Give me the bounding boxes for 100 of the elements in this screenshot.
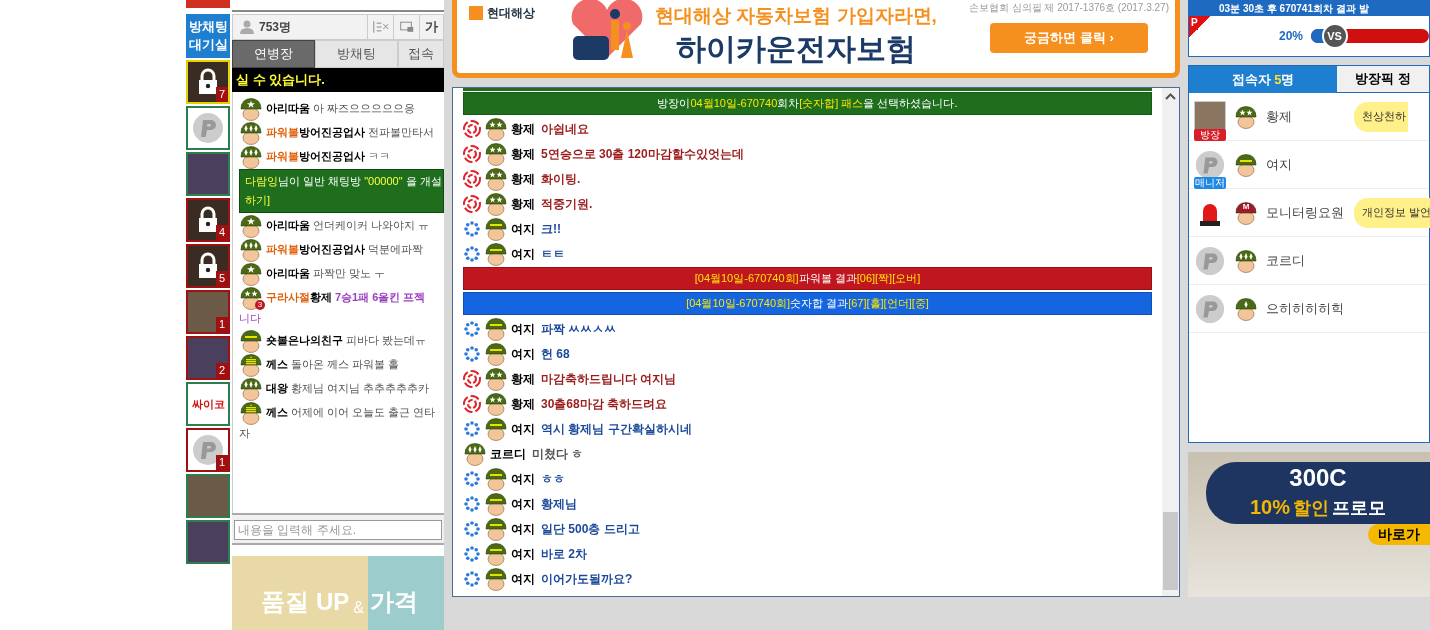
chat-tab[interactable]: 연병장 (232, 40, 315, 68)
ad-disclaimer: 손보협회 심의필 제 2017-1376호 (2017.3.27) (968, 1, 1169, 15)
scroll-thumb[interactable] (1163, 512, 1178, 590)
swirl-icon (463, 394, 481, 413)
thumbnail-label: 싸이코 (191, 398, 225, 410)
message-text: 파짝만 맞노 ㅜ (313, 266, 386, 282)
ad-cta[interactable]: 바로가 (1368, 524, 1430, 545)
count-badge: 1 (215, 455, 228, 470)
user-name[interactable]: 황제 (511, 144, 535, 163)
rank-hat-icon (484, 516, 508, 541)
result-banner: 방장이04월10일-670740회차[숫자합] 패스을 선택하셨습니다. (463, 92, 1152, 115)
corner-flag: P (1189, 16, 1211, 38)
text-thumbnail[interactable]: 싸이코 (186, 382, 230, 426)
default-avatar-thumbnail[interactable]: 1 (186, 428, 230, 472)
message-text: 덕분에파짝 (368, 242, 423, 258)
speech-bubble: 개인정보 발언 (1354, 197, 1430, 228)
result-banner: [04월10일-670740회]숫자합 결과[67][홀][언더][중] (463, 292, 1152, 315)
chat-tab[interactable]: 방채팅 (315, 40, 398, 68)
swirl-icon (463, 169, 481, 188)
insurance-ad[interactable]: 현대해상 현대해상 자동차보험 가입자라면, 하이카운전자보험 손보협회 심의필 제 2017-1376호 (2017.3.27) 궁금하면 클릭 › (452, 0, 1180, 78)
user-name[interactable]: 모니터링요원 (1266, 202, 1346, 223)
default-avatar-thumbnail[interactable] (186, 106, 230, 150)
chat-tab[interactable]: 접속 (398, 40, 444, 68)
photo-placeholder[interactable]: 2 (186, 336, 230, 380)
message-text: 역시 황제님 구간확실하시네 (541, 420, 692, 438)
user-name[interactable]: 구라사절황제 (266, 289, 332, 306)
rank-hat-icon (484, 316, 508, 341)
user-name[interactable]: 여지 (1266, 154, 1346, 175)
vs-badge: VS (1321, 23, 1348, 49)
message-text: 적중기원. (541, 195, 593, 213)
user-name[interactable]: 파워볼방어진공업사 (266, 241, 365, 258)
message-input[interactable]: 내용을 입력해 주세요. (234, 520, 442, 540)
user-name[interactable]: 여지 (511, 469, 535, 488)
font-size-button[interactable]: 가 (419, 15, 443, 39)
user-name[interactable]: 께스 (266, 404, 288, 421)
rank-hat-icon (239, 144, 263, 169)
photo-placeholder[interactable] (186, 520, 230, 564)
user-name[interactable]: 여지 (511, 344, 535, 363)
user-name[interactable]: 께스 (266, 356, 288, 373)
user-name[interactable]: 파워볼방어진공업사 (266, 124, 365, 141)
user-name[interactable]: 여지 (511, 244, 535, 263)
message-text: 7승1패 6올킨 프젝 (335, 290, 426, 306)
dot-ring-icon (463, 494, 481, 513)
user-name[interactable]: 여지 (511, 419, 535, 438)
dot-ring-icon (463, 219, 481, 238)
car-ad[interactable]: 300C 10%할인 프로모 바로가 (1188, 452, 1430, 597)
user-name[interactable]: 황제 (511, 169, 535, 188)
message-text: 황제님 (541, 495, 577, 513)
user-name[interactable]: 황제 (511, 394, 535, 413)
photo-placeholder[interactable]: 1 (186, 290, 230, 334)
user-name[interactable]: 코르디 (1266, 250, 1346, 271)
message-text: 황제님 여지님 추추추추추카 (291, 381, 430, 397)
message-text: 돌아온 께스 파워볼 홀 (291, 357, 400, 373)
user-name[interactable]: 여지 (511, 319, 535, 338)
user-name[interactable]: 여지 (511, 494, 535, 513)
user-name[interactable]: 아리따움 (266, 100, 310, 117)
lobby-button[interactable]: 방채팅 대기실 (186, 14, 230, 58)
message-text: 니다 (239, 311, 262, 326)
message-text: ㅌㅌ (541, 245, 565, 263)
p-avatar-icon (1194, 292, 1226, 325)
dot-ring-icon (463, 419, 481, 438)
dot-ring-icon (463, 519, 481, 538)
user-name[interactable]: 코르디 (490, 444, 526, 463)
rank-hat-icon (484, 391, 508, 416)
user-name[interactable]: 여지 (511, 219, 535, 238)
message-text: 크!! (541, 220, 561, 238)
user-name[interactable]: 아리따움 (266, 265, 310, 282)
rank-hat-icon (1234, 296, 1258, 321)
user-name[interactable]: 황제 (1266, 106, 1346, 127)
user-name[interactable]: 아리따움 (266, 217, 310, 234)
rank-hat-icon (484, 491, 508, 516)
locked-room-thumbnail[interactable]: 5 (186, 244, 230, 288)
user-name[interactable]: 황제 (511, 369, 535, 388)
user-list-tab[interactable]: 접속자 5명 (1189, 66, 1337, 93)
user-name[interactable]: 황제 (511, 119, 535, 138)
user-name[interactable]: 파워볼방어진공업사 (266, 148, 365, 165)
dot-ring-icon (463, 469, 481, 488)
ad-discount: 10% (1250, 495, 1290, 520)
user-name[interactable]: 여지 (511, 519, 535, 538)
photo-placeholder[interactable] (186, 474, 230, 518)
rank-hat-icon (484, 566, 508, 591)
notice-ticker: 실 수 있습니다. (232, 68, 444, 92)
dot-ring-icon (463, 544, 481, 563)
message-text: 5연승으로 30출 120마감할수있엇는데 (541, 145, 744, 163)
locked-room-thumbnail[interactable]: 7 (186, 60, 230, 104)
user-name[interactable]: 숏볼은나의친구 (266, 332, 343, 349)
message-text: 미쳤다 ㅎ (532, 445, 584, 463)
user-list-tab[interactable]: 방장픽 정 (1337, 66, 1429, 93)
scrollbar[interactable] (1162, 88, 1179, 596)
ad-promo: 프로모 (1332, 497, 1386, 520)
user-name[interactable]: 으히히히히힉 (1266, 298, 1346, 319)
dot-ring-icon (463, 319, 481, 338)
user-name[interactable]: 황제 (511, 194, 535, 213)
message-text: 어제에 이어 오늘도 출근 연타 (291, 405, 436, 421)
swirl-icon (463, 144, 481, 163)
count-badge: 4 (215, 225, 228, 240)
locked-room-thumbnail[interactable]: 4 (186, 198, 230, 242)
user-name[interactable]: 여지 (511, 544, 535, 563)
user-name[interactable]: 여지 (511, 569, 535, 588)
user-name[interactable]: 대왕 (266, 380, 288, 397)
